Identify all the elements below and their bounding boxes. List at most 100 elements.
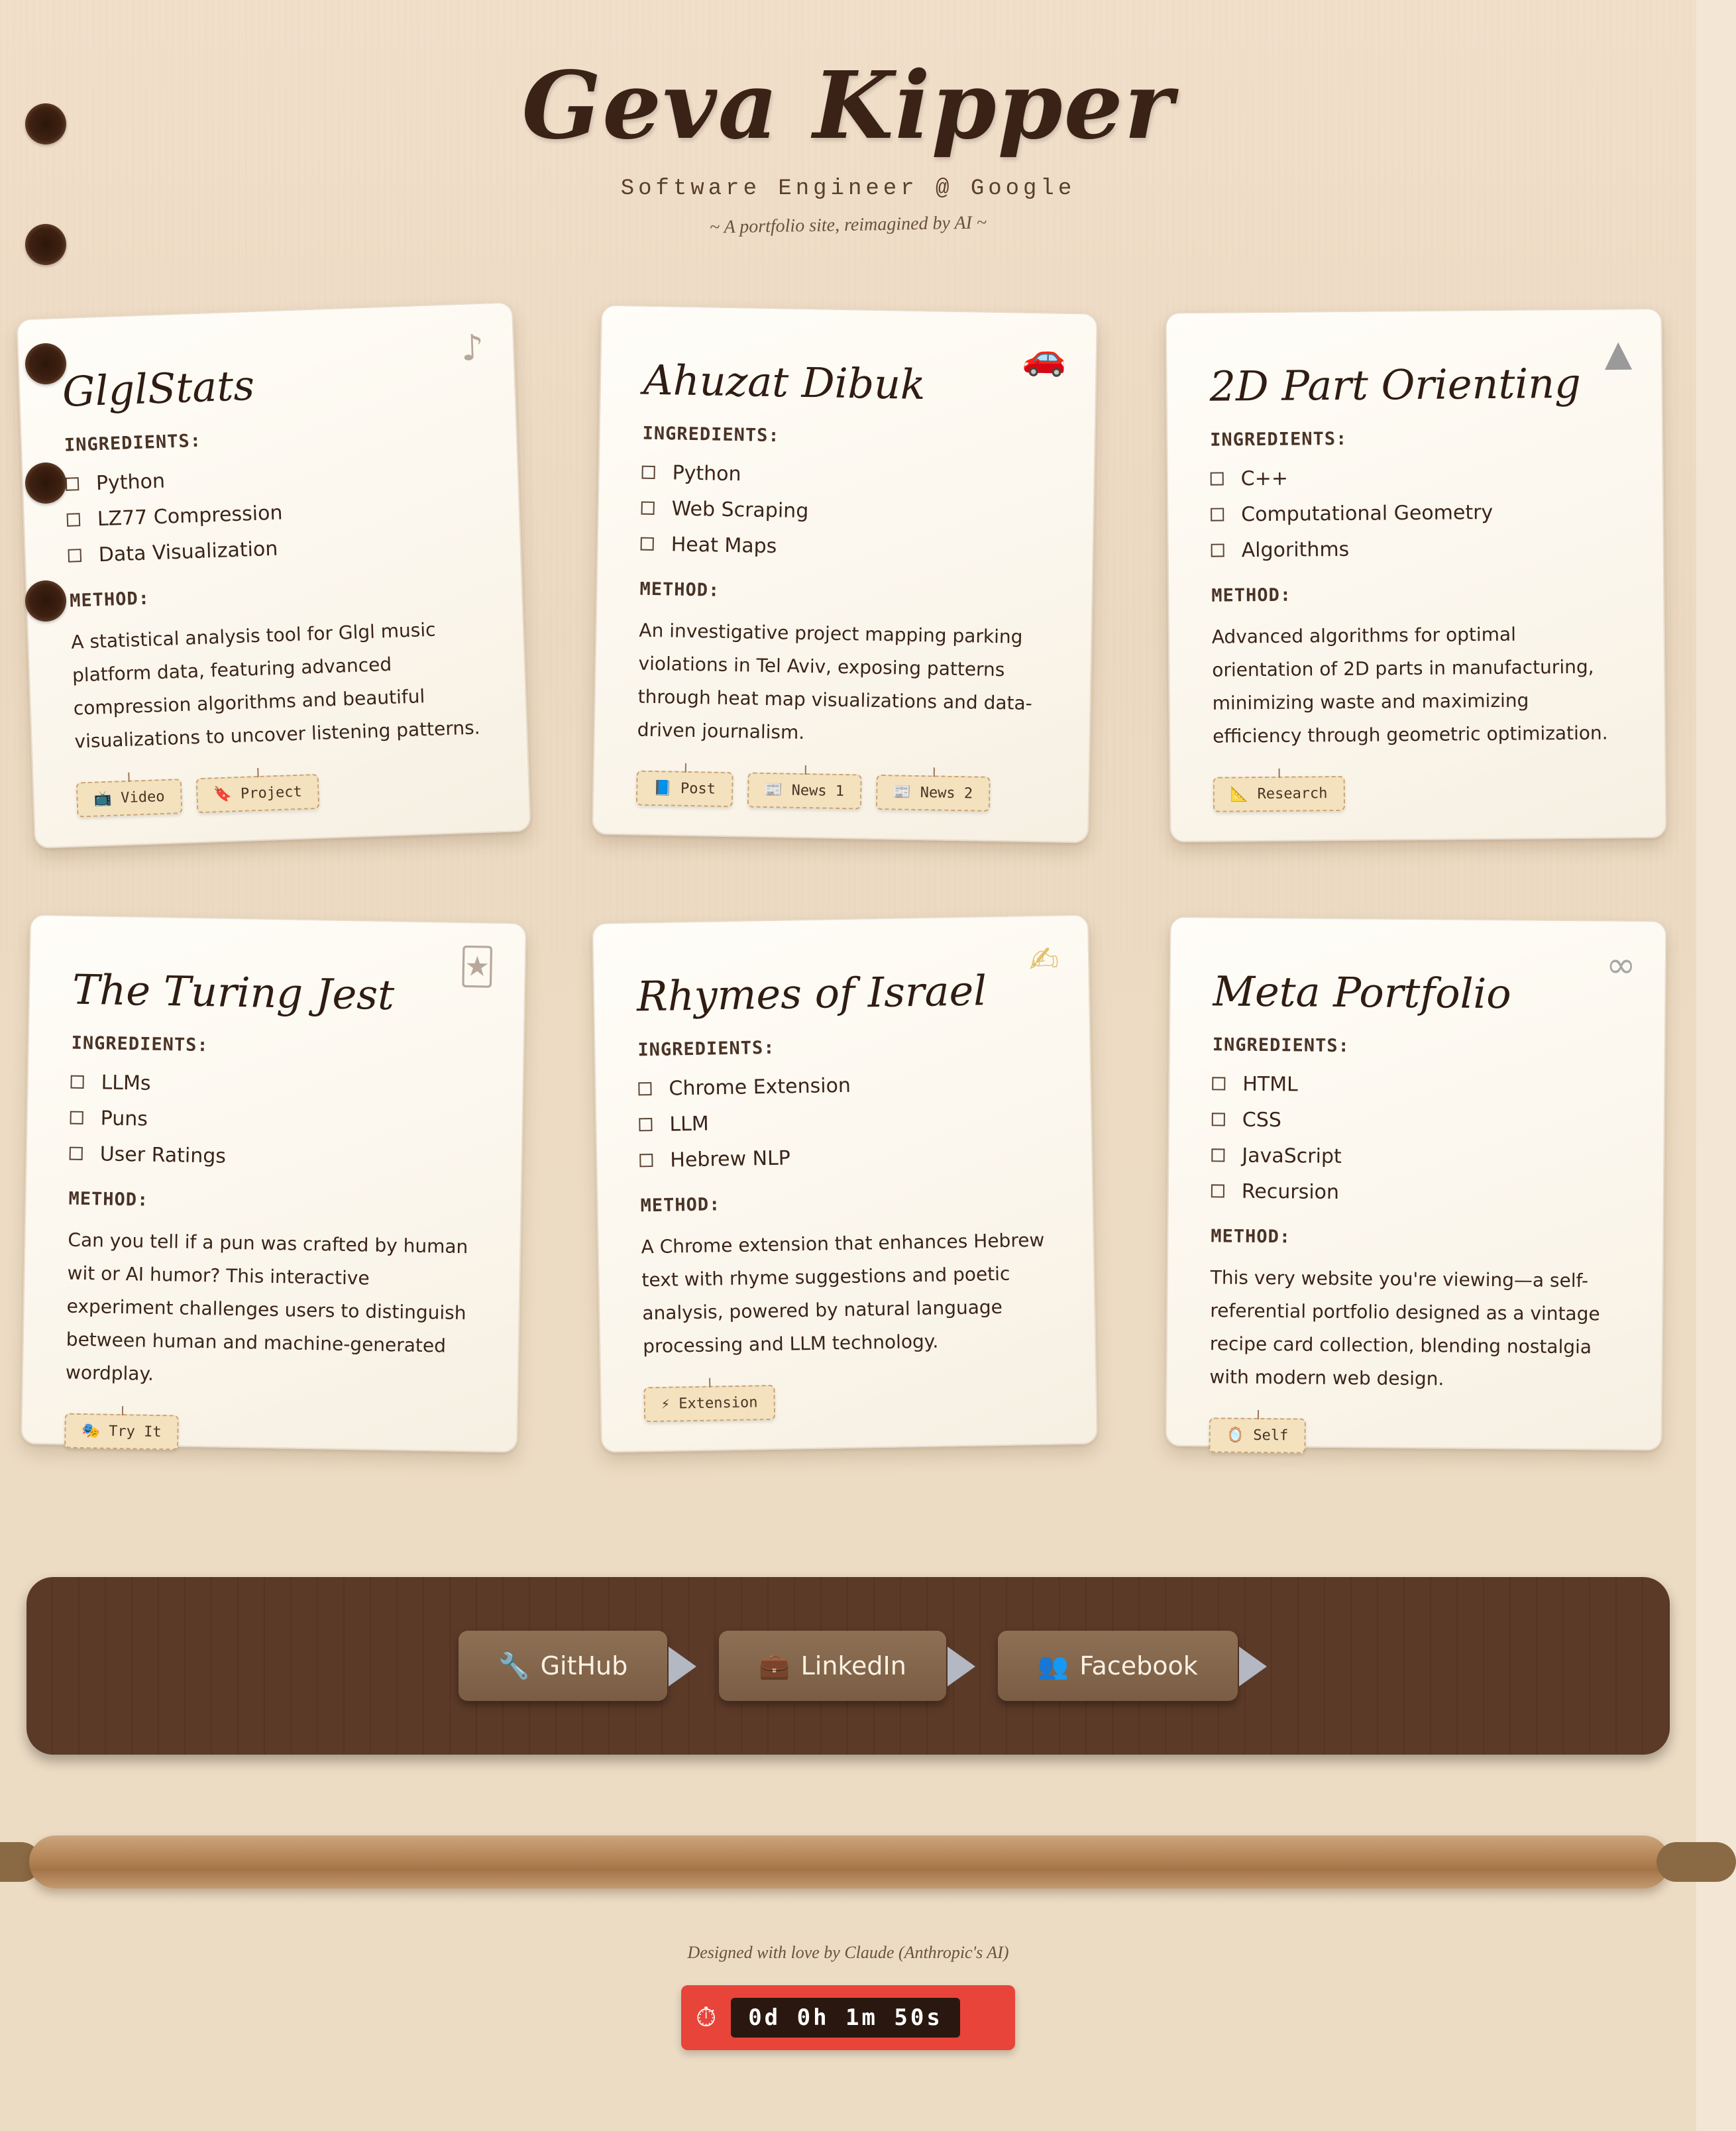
project-tag-link[interactable]: 🔖 Project — [195, 773, 320, 814]
ingredient-item: Recursion — [1211, 1173, 1621, 1212]
github-link-label: GitHub — [540, 1651, 628, 1680]
rolling-pin-handle — [1656, 1842, 1736, 1882]
checkbox[interactable] — [639, 1154, 653, 1168]
ingredients-list: LLMs Puns User Ratings — [69, 1064, 480, 1179]
checkbox[interactable] — [1212, 1077, 1226, 1091]
tag-label: Post — [680, 780, 716, 798]
project-card-ahuzat-dibuk: 🚗 Ahuzat Dibuk INGREDIENTS: Python Web S… — [592, 304, 1098, 844]
car-icon: 🚗 — [1021, 335, 1067, 378]
checkbox[interactable] — [639, 1118, 653, 1132]
arrow-right-icon — [947, 1647, 975, 1686]
tv-icon: 📺 — [93, 790, 113, 808]
mirror-icon: 🪞 — [1226, 1427, 1245, 1444]
ingredient-label: Computational Geometry — [1241, 500, 1493, 526]
self-tag-link[interactable]: 🪞 Self — [1209, 1417, 1306, 1454]
ingredient-item: Computational Geometry — [1211, 493, 1620, 532]
news-2-tag-link[interactable]: 📰 News 2 — [875, 774, 991, 812]
card-title: The Turing Jest — [72, 965, 395, 1020]
binder-hole — [25, 343, 66, 384]
newspaper-icon: 📰 — [764, 781, 783, 799]
card-title: GlglStats — [61, 360, 256, 416]
ingredient-item: Hebrew NLP — [639, 1136, 1050, 1179]
facebook-link[interactable]: 👥 Facebook — [997, 1631, 1267, 1701]
method-label: METHOD: — [69, 588, 150, 612]
tag-list: 📺 Video 🔖 Project — [76, 768, 486, 818]
briefcase-icon: 💼 — [759, 1651, 790, 1680]
binder-hole — [25, 463, 66, 504]
method-text: A Chrome extension that enhances Hebrew … — [641, 1229, 1045, 1358]
wrench-icon: 🔧 — [498, 1651, 530, 1680]
checkbox[interactable] — [1211, 1113, 1225, 1126]
footer-credit: Designed with love by Claude (Anthropic'… — [687, 1943, 1009, 1962]
page-edge — [1696, 0, 1736, 2131]
ingredients-list: Python Web Scraping Heat Maps — [640, 455, 1052, 569]
checkbox[interactable] — [69, 1146, 83, 1160]
ingredient-label: Python — [95, 469, 166, 495]
ingredient-item: CSS — [1211, 1101, 1621, 1140]
ingredient-label: Algorithms — [1241, 537, 1350, 562]
checkbox[interactable] — [70, 1111, 83, 1124]
checkbox[interactable] — [68, 549, 82, 563]
method-label: METHOD: — [640, 1194, 721, 1217]
tag-list: 🪞 Self — [1209, 1417, 1618, 1456]
post-tag-link[interactable]: 📘 Post — [635, 770, 733, 808]
tag-list: 🎭 Try It — [64, 1413, 474, 1456]
facebook-link-label: Facebook — [1079, 1651, 1198, 1680]
checkbox[interactable] — [641, 501, 655, 515]
ingredient-label: Puns — [100, 1106, 148, 1131]
page-title: Geva Kipper — [521, 52, 1175, 160]
method-label: METHOD: — [639, 578, 720, 601]
method-text: Advanced algorithms for optimal orientat… — [1211, 623, 1608, 747]
video-tag-link[interactable]: 📺 Video — [76, 779, 183, 818]
linkedin-link[interactable]: 💼 LinkedIn — [719, 1631, 975, 1701]
project-card-turing-jest: 🃏 The Turing Jest INGREDIENTS: LLMs Puns… — [21, 914, 527, 1453]
project-card-meta-portfolio: ∞ Meta Portfolio INGREDIENTS: HTML CSS J… — [1165, 916, 1667, 1454]
checkbox[interactable] — [1211, 543, 1224, 557]
ingredient-item: HTML — [1212, 1066, 1621, 1105]
try-it-tag-link[interactable]: 🎭 Try It — [64, 1413, 180, 1450]
checkbox[interactable] — [1211, 508, 1224, 521]
social-links: 🔧 GitHub 💼 LinkedIn 👥 Facebook — [27, 1577, 1670, 1755]
project-card-rhymes-of-israel: ✍ Rhymes of Israel INGREDIENTS: Chrome E… — [592, 914, 1098, 1453]
page-subtitle: Software Engineer @ Google — [620, 176, 1076, 201]
tag-label: Try It — [108, 1423, 162, 1441]
uptime-timer: ⏱ 0d 0h 1m 50s — [681, 1985, 1015, 2050]
tag-label: Research — [1257, 785, 1328, 803]
ingredient-label: LZ77 Compression — [97, 500, 283, 531]
ingredient-label: Heat Maps — [671, 532, 777, 558]
research-tag-link[interactable]: 📐 Research — [1213, 775, 1345, 812]
ingredients-label: INGREDIENTS: — [637, 1037, 775, 1061]
ingredients-label: INGREDIENTS: — [1210, 428, 1348, 451]
newspaper-icon: 📰 — [893, 784, 912, 801]
ingredient-item: JavaScript — [1211, 1137, 1621, 1176]
checkbox[interactable] — [1211, 1184, 1224, 1198]
method-text: An investigative project mapping parking… — [637, 619, 1033, 743]
extension-tag-link[interactable]: ⚡ Extension — [643, 1384, 775, 1423]
checkbox[interactable] — [70, 1075, 84, 1089]
checkbox[interactable] — [638, 1082, 652, 1096]
ingredient-label: LLM — [669, 1112, 710, 1136]
social-links-bar: 🔧 GitHub 💼 LinkedIn 👥 Facebook — [27, 1577, 1670, 1755]
checkbox[interactable] — [66, 513, 81, 527]
ingredient-label: LLMs — [101, 1070, 151, 1095]
ingredient-label: HTML — [1242, 1072, 1298, 1096]
infinity-icon: ∞ — [1605, 944, 1637, 986]
checkbox[interactable] — [641, 465, 655, 479]
method-text: Can you tell if a pun was crafted by hum… — [65, 1229, 468, 1385]
ingredients-list: HTML CSS JavaScript Recursion — [1211, 1066, 1622, 1212]
ingredients-list: C++ Computational Geometry Algorithms — [1210, 457, 1620, 568]
music-note-icon: ♪ — [460, 326, 485, 369]
rolling-pin-divider — [0, 1831, 1736, 1891]
checkbox[interactable] — [1211, 1148, 1225, 1162]
lightning-icon: ⚡ — [661, 1395, 671, 1413]
checkbox[interactable] — [65, 477, 80, 491]
checkbox[interactable] — [1210, 472, 1224, 486]
page-header: Geva Kipper Software Engineer @ Google ~… — [0, 52, 1696, 238]
ingredient-item: C++ — [1210, 457, 1619, 496]
ingredients-label: INGREDIENTS: — [64, 430, 202, 456]
news-1-tag-link[interactable]: 📰 News 1 — [747, 772, 862, 810]
bookmark-icon: 🔖 — [213, 786, 233, 804]
github-link[interactable]: 🔧 GitHub — [459, 1631, 697, 1701]
ingredients-list: Chrome Extension LLM Hebrew NLP — [638, 1064, 1050, 1179]
checkbox[interactable] — [640, 537, 654, 551]
